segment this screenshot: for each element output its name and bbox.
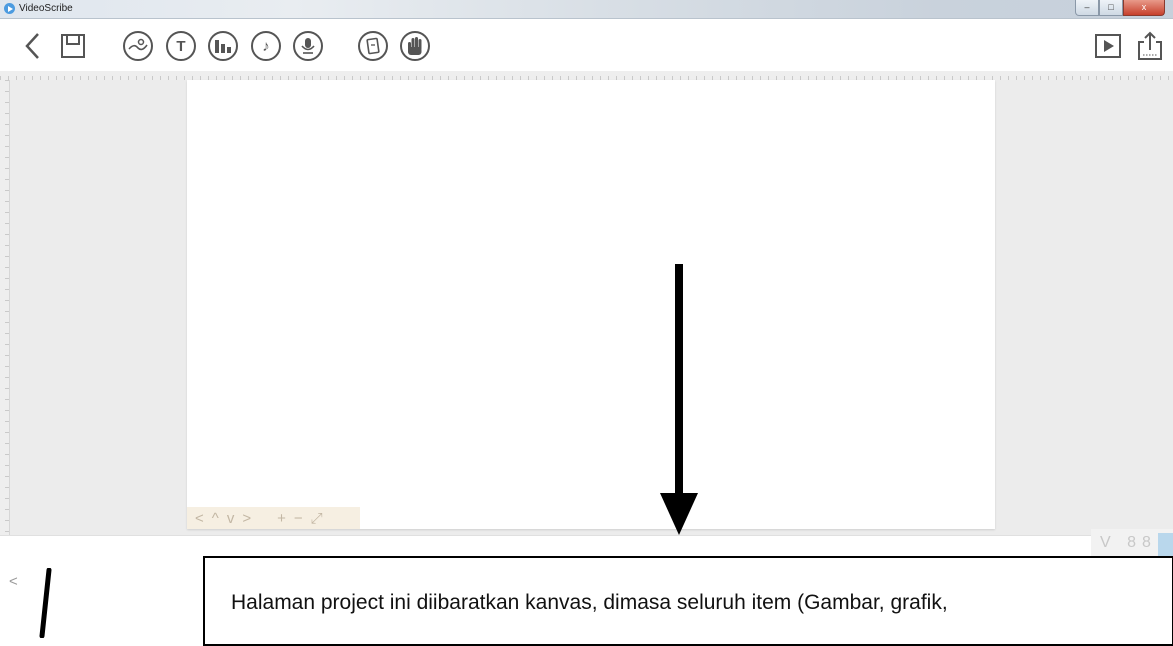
play-button[interactable] — [1093, 31, 1123, 61]
vertical-ruler — [0, 80, 10, 535]
window-title: VideoScribe — [19, 3, 73, 14]
project-canvas[interactable] — [187, 80, 995, 529]
annotation-text: Halaman project ini diibaratkan kanvas, … — [231, 591, 948, 614]
title-bar: VideoScribe – □ x — [0, 0, 1173, 19]
add-text-button[interactable]: T — [166, 31, 196, 61]
handwritten-mark — [39, 568, 52, 638]
videoscribe-logo-icon — [4, 3, 15, 14]
zoom-out-button[interactable]: − — [294, 511, 303, 526]
hand-icon — [408, 37, 422, 55]
prev-element-button[interactable]: < — [195, 511, 204, 526]
close-button[interactable]: x — [1123, 0, 1165, 16]
minimize-button[interactable]: – — [1075, 0, 1099, 16]
image-icon — [128, 38, 148, 51]
share-button[interactable] — [1135, 31, 1165, 61]
voiceover-icon — [301, 38, 315, 54]
hand-button[interactable] — [400, 31, 430, 61]
music-icon: ♪ — [262, 37, 270, 55]
save-button[interactable] — [58, 31, 88, 61]
add-chart-button[interactable] — [208, 31, 238, 61]
next-element-button[interactable]: > — [242, 511, 251, 526]
annotation-arrow — [675, 264, 683, 496]
back-icon — [25, 33, 39, 59]
add-voiceover-button[interactable] — [293, 31, 323, 61]
move-up-button[interactable]: ^ — [212, 511, 219, 526]
window-controls: – □ x — [1075, 0, 1165, 16]
annotation-callout: Halaman project ini diibaratkan kanvas, … — [203, 556, 1173, 646]
canvas-nav-controls: < ^ v > + − ⤢ — [187, 507, 360, 529]
back-button[interactable] — [18, 31, 48, 61]
play-icon — [1095, 34, 1121, 58]
maximize-button[interactable]: □ — [1099, 0, 1123, 16]
text-icon: T — [176, 37, 186, 55]
toolbar: T ♪ — [0, 19, 1173, 71]
background-icon — [366, 37, 380, 55]
share-icon — [1138, 31, 1162, 60]
add-image-button[interactable] — [123, 31, 153, 61]
move-down-button[interactable]: v — [227, 511, 235, 526]
timeline-scroll-handle[interactable] — [1158, 533, 1173, 557]
add-music-button[interactable]: ♪ — [251, 31, 281, 61]
background-button[interactable] — [358, 31, 388, 61]
chart-icon — [215, 40, 231, 53]
timeline-icons[interactable]: V 88 — [1100, 534, 1157, 552]
annotation-arrow-head — [660, 493, 698, 535]
save-icon — [61, 34, 85, 58]
fit-screen-button[interactable]: ⤢ — [311, 511, 323, 526]
timeline-scroll-left-button[interactable]: < — [9, 573, 18, 590]
zoom-in-button[interactable]: + — [277, 511, 286, 526]
